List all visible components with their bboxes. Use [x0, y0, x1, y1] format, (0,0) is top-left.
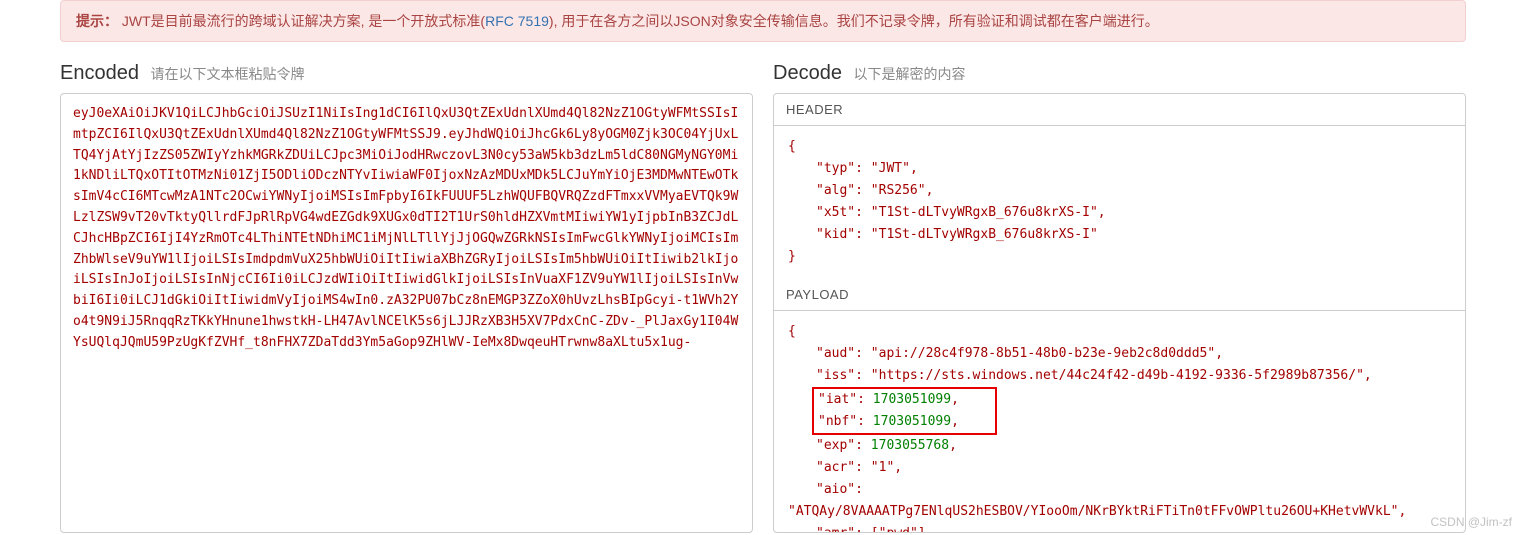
highlight-box: "iat": 1703051099, "nbf": 1703051099,: [812, 387, 997, 435]
json-line: "ATQAy/8VAAAATPg7ENlqUS2hESBOV/YIooOm/NK…: [788, 501, 1451, 523]
header-typ-value: JWT: [879, 161, 902, 176]
payload-exp-value: 1703055768: [871, 438, 949, 453]
payload-iss-value: https://sts.windows.net/44c24f42-d49b-41…: [879, 368, 1356, 383]
decode-column: Decode 以下是解密的内容 HEADER { "typ": "JWT", "…: [773, 62, 1466, 533]
watermark: CSDN @Jim-zf: [1430, 515, 1512, 529]
json-brace: {: [788, 321, 1451, 343]
payload-body: { "aud": "api://28c4f978-8b51-48b0-b23e-…: [774, 311, 1465, 533]
payload-iat-value: 1703051099: [873, 392, 951, 407]
decode-subtitle: 以下是解密的内容: [854, 66, 966, 82]
encoded-subtitle: 请在以下文本框粘贴令牌: [151, 66, 305, 82]
payload-section-label: PAYLOAD: [774, 279, 1465, 311]
payload-aud-value: api://28c4f978-8b51-48b0-b23e-9eb2c8d0dd…: [879, 346, 1208, 361]
payload-nbf-value: 1703051099: [873, 414, 951, 429]
json-line: "aio":: [788, 479, 1451, 501]
header-body: { "typ": "JWT", "alg": "RS256", "x5t": "…: [774, 126, 1465, 279]
json-line: "typ": "JWT",: [788, 158, 1451, 180]
json-line: "exp": 1703055768,: [788, 435, 1451, 457]
json-line: "iat": 1703051099,: [814, 389, 959, 411]
decode-title-row: Decode 以下是解密的内容: [773, 62, 1466, 85]
alert-text-after: ), 用于在各方之间以JSON对象安全传输信息。我们不记录令牌，所有验证和调试都…: [549, 13, 1159, 29]
json-line: "alg": "RS256",: [788, 180, 1451, 202]
alert-banner: 提示： JWT是目前最流行的跨域认证解决方案, 是一个开放式标准(RFC 751…: [60, 0, 1466, 42]
json-line: "kid": "T1St-dLTvyWRgxB_676u8krXS-I": [788, 224, 1451, 246]
encoded-title: Encoded: [60, 62, 139, 84]
payload-amr-value: pwd: [886, 526, 909, 533]
json-line: "aud": "api://28c4f978-8b51-48b0-b23e-9e…: [788, 343, 1451, 365]
json-line: "iss": "https://sts.windows.net/44c24f42…: [788, 365, 1451, 387]
json-brace: }: [788, 246, 1451, 268]
rfc-link[interactable]: RFC 7519: [485, 13, 549, 29]
json-brace: {: [788, 136, 1451, 158]
encoded-token-input[interactable]: eyJ0eXAiOiJKV1QiLCJhbGciOiJSUzI1NiIsIng1…: [60, 93, 753, 533]
encoded-title-row: Encoded 请在以下文本框粘贴令牌: [60, 62, 753, 85]
payload-aio-value: ATQAy/8VAAAATPg7ENlqUS2hESBOV/YIooOm/NKr…: [796, 504, 1391, 519]
decode-title: Decode: [773, 62, 842, 84]
json-line: "acr": "1",: [788, 457, 1451, 479]
encoded-column: Encoded 请在以下文本框粘贴令牌 eyJ0eXAiOiJKV1QiLCJh…: [60, 62, 753, 533]
json-line: "amr": ["pwd"],: [788, 523, 1451, 533]
header-x5t-value: T1St-dLTvyWRgxB_676u8krXS-I: [879, 205, 1090, 220]
json-line: "nbf": 1703051099,: [814, 411, 959, 433]
json-line: "x5t": "T1St-dLTvyWRgxB_676u8krXS-I",: [788, 202, 1451, 224]
header-kid-value: T1St-dLTvyWRgxB_676u8krXS-I: [879, 227, 1090, 242]
main-container: Encoded 请在以下文本框粘贴令牌 eyJ0eXAiOiJKV1QiLCJh…: [0, 62, 1526, 533]
header-section-label: HEADER: [774, 94, 1465, 126]
decode-panel: HEADER { "typ": "JWT", "alg": "RS256", "…: [773, 93, 1466, 533]
alert-text-before: JWT是目前最流行的跨域认证解决方案, 是一个开放式标准(: [122, 13, 485, 29]
payload-acr-value: 1: [879, 460, 887, 475]
header-alg-value: RS256: [879, 183, 918, 198]
alert-hint-label: 提示：: [76, 13, 118, 29]
